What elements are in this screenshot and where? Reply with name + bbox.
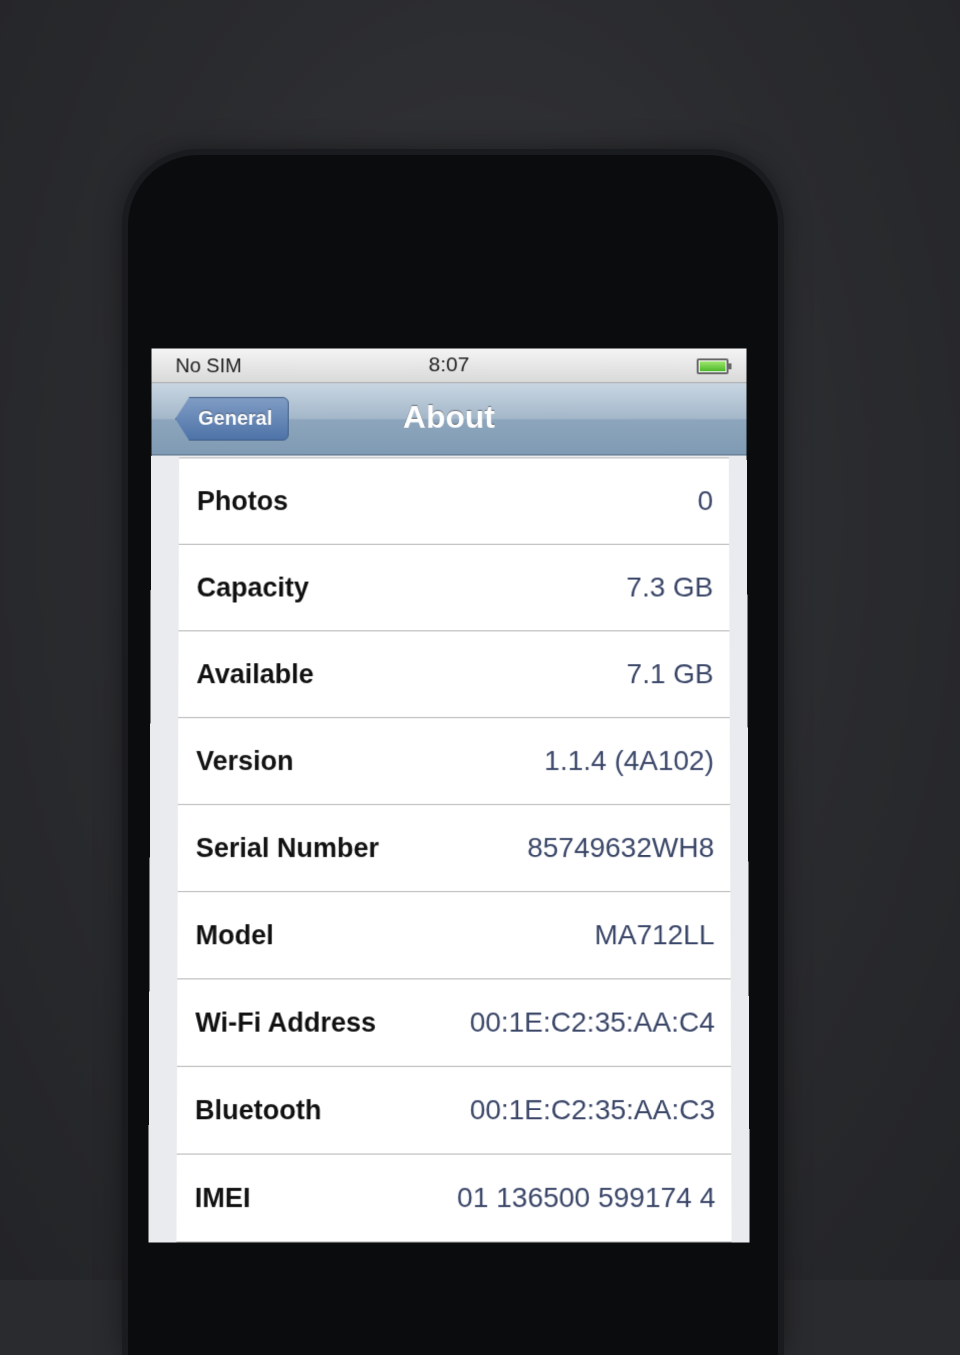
table-row: Version 1.1.4 (4A102) — [178, 718, 730, 805]
row-value: 00:1E:C2:35:AA:C4 — [470, 1007, 715, 1039]
row-value: 0 — [697, 485, 713, 517]
row-label: Model — [196, 920, 274, 951]
row-value: 7.3 GB — [626, 572, 713, 604]
status-time: 8:07 — [152, 353, 747, 377]
table-row: Photos 0 — [179, 458, 729, 544]
row-label: IMEI — [195, 1182, 251, 1213]
page-title: About — [151, 399, 746, 436]
row-value: 00:1E:C2:35:AA:C3 — [470, 1094, 715, 1126]
navigation-bar: General About — [151, 383, 746, 455]
row-label: Bluetooth — [195, 1095, 322, 1126]
row-label: Available — [196, 659, 313, 690]
row-value: 85749632WH8 — [527, 832, 714, 864]
row-label: Wi-Fi Address — [195, 1007, 376, 1038]
table-row: Capacity 7.3 GB — [179, 545, 730, 632]
about-table: Photos 0 Capacity 7.3 GB Available 7.1 GB Vers… — [176, 457, 731, 1242]
table-row: Bluetooth 00:1E:C2:35:AA:C3 — [177, 1067, 731, 1155]
row-label: Version — [196, 746, 294, 777]
row-label: Photos — [197, 486, 288, 517]
table-row: Serial Number 85749632WH8 — [178, 805, 731, 892]
row-value: 1.1.4 (4A102) — [544, 745, 714, 777]
table-row: Available 7.1 GB — [178, 631, 729, 718]
row-label: Capacity — [197, 572, 309, 603]
battery-icon — [697, 358, 729, 374]
row-value: MA712LL — [594, 919, 714, 951]
table-row: Model MA712LL — [177, 892, 730, 979]
battery-level — [700, 361, 726, 371]
phone-screen: No SIM 8:07 General About Photos 0 Capacit… — [148, 349, 749, 1243]
table-row: Wi-Fi Address 00:1E:C2:35:AA:C4 — [177, 979, 731, 1066]
row-label: Serial Number — [196, 833, 379, 864]
table-row: IMEI 01 136500 599174 4 — [176, 1155, 731, 1243]
status-bar: No SIM 8:07 — [152, 349, 747, 384]
row-value: 01 136500 599174 4 — [457, 1182, 715, 1214]
row-value: 7.1 GB — [627, 658, 714, 690]
